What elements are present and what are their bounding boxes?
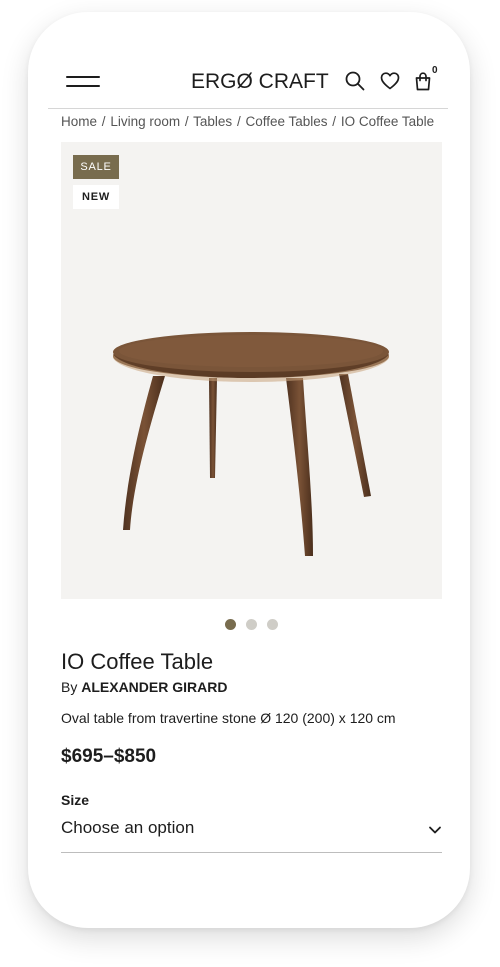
product-image[interactable]: SALE NEW (61, 142, 442, 599)
breadcrumb-tables[interactable]: Tables (193, 114, 232, 129)
chevron-down-icon (428, 823, 442, 837)
product-author: ALEXANDER GIRARD (81, 679, 228, 695)
product-description: Oval table from travertine stone Ø 120 (… (61, 710, 396, 726)
product-price: $695–$850 (61, 746, 157, 767)
breadcrumb: Home / Living room / Tables / Coffee Tab… (61, 114, 434, 129)
sale-badge: SALE (73, 155, 119, 179)
carousel-dot-2[interactable] (246, 619, 257, 630)
size-label: Size (61, 792, 90, 808)
product-byline: By ALEXANDER GIRARD (61, 679, 227, 695)
site-header: ERGØ CRAFT 0 (48, 62, 448, 109)
carousel-dot-3[interactable] (267, 619, 278, 630)
menu-icon[interactable] (66, 74, 100, 88)
table-illustration (113, 332, 389, 556)
phone-frame: ERGØ CRAFT 0 Home / Living room / Tables… (28, 12, 470, 928)
breadcrumb-home[interactable]: Home (61, 114, 97, 129)
heart-icon[interactable] (379, 70, 403, 94)
cart-count-badge: 0 (432, 65, 438, 76)
breadcrumb-separator: / (236, 114, 241, 129)
breadcrumb-current: IO Coffee Table (340, 114, 435, 129)
carousel-dot-1[interactable] (225, 619, 236, 630)
breadcrumb-separator: / (184, 114, 189, 129)
byline-prefix: By (61, 679, 78, 695)
breadcrumb-separator: / (332, 114, 337, 129)
breadcrumb-living-room[interactable]: Living room (110, 114, 180, 129)
size-select-value: Choose an option (61, 818, 195, 837)
breadcrumb-separator: / (101, 114, 106, 129)
site-logo[interactable]: ERGØ CRAFT (191, 70, 329, 94)
breadcrumb-coffee-tables[interactable]: Coffee Tables (245, 114, 327, 129)
search-icon[interactable] (344, 70, 368, 94)
product-title: IO Coffee Table (61, 649, 214, 674)
new-badge: NEW (73, 185, 119, 209)
size-select[interactable]: Choose an option (61, 815, 442, 853)
